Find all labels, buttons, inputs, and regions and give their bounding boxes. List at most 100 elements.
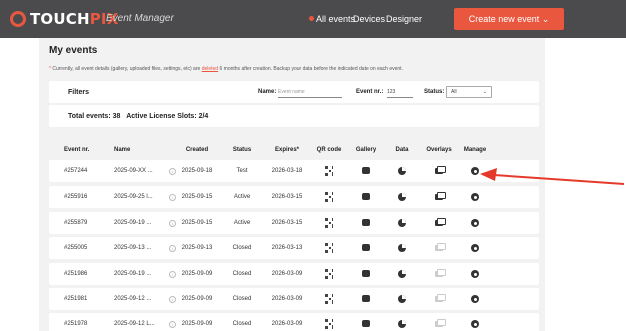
data-icon[interactable] bbox=[398, 167, 406, 175]
overlays-icon[interactable] bbox=[435, 218, 446, 226]
gear-icon[interactable] bbox=[471, 295, 479, 303]
event-nr-cell: #255879 bbox=[64, 220, 88, 226]
event-nr-cell: #255005 bbox=[64, 245, 88, 251]
event-nr-filter-input[interactable]: 123 bbox=[387, 87, 413, 98]
expires-cell: 2026-03-15 bbox=[271, 220, 303, 226]
qr-code-icon[interactable] bbox=[325, 269, 333, 279]
expires-cell: 2026-03-18 bbox=[271, 168, 303, 174]
data-icon[interactable] bbox=[398, 320, 406, 328]
expires-cell: 2026-03-09 bbox=[271, 271, 303, 277]
table-row[interactable]: #251986 2025-09-19 ... i 2025-09-09 Closed 20… bbox=[49, 263, 539, 285]
app-subtitle: Event Manager bbox=[106, 13, 174, 24]
gallery-icon[interactable] bbox=[362, 193, 370, 200]
qr-code-icon[interactable] bbox=[325, 192, 333, 202]
created-cell: 2025-09-15 bbox=[181, 220, 213, 226]
data-icon[interactable] bbox=[398, 270, 406, 278]
status-cell: Active bbox=[233, 194, 251, 200]
name-filter-input[interactable]: Event name bbox=[278, 87, 342, 98]
gear-icon[interactable] bbox=[471, 219, 479, 227]
event-name-cell: 2025-09-25 l... bbox=[114, 194, 153, 200]
col-gallery: Gallery bbox=[355, 147, 377, 153]
col-overlays: Overlays bbox=[426, 147, 452, 153]
status-filter-select[interactable]: All ⌄ bbox=[446, 86, 492, 98]
col-manage: Manage bbox=[463, 147, 487, 153]
status-cell: Active bbox=[233, 220, 251, 226]
created-cell: 2025-09-15 bbox=[181, 194, 213, 200]
gallery-icon[interactable] bbox=[362, 295, 370, 302]
event-name-cell: 2025-09-12 ... bbox=[114, 296, 152, 302]
overlays-icon bbox=[435, 294, 446, 302]
event-nr-cell: #255916 bbox=[64, 194, 88, 200]
gallery-icon[interactable] bbox=[362, 244, 370, 251]
expires-cell: 2026-03-09 bbox=[271, 321, 303, 327]
qr-code-icon[interactable] bbox=[325, 243, 333, 253]
annotation-arrow-icon bbox=[480, 168, 625, 185]
filters-label: Filters bbox=[68, 89, 90, 96]
created-cell: 2025-09-13 bbox=[181, 245, 213, 251]
qr-code-icon[interactable] bbox=[325, 218, 333, 228]
table-row[interactable]: #255916 2025-09-25 l... i 2025-09-15 Active 2… bbox=[49, 186, 539, 208]
overlays-icon[interactable] bbox=[435, 166, 446, 174]
totals-summary: Total events: 38 Active License Slots: 2… bbox=[68, 113, 208, 120]
table-row[interactable]: #255879 2025-09-19 ... i 2025-09-15 Active 20… bbox=[49, 212, 539, 234]
gallery-icon[interactable] bbox=[362, 219, 370, 226]
touchpix-logo[interactable]: TOUCHPIX bbox=[10, 10, 118, 28]
event-nr-cell: #251986 bbox=[64, 271, 88, 277]
event-nr-cell: #251978 bbox=[64, 321, 88, 327]
status-cell: Closed bbox=[232, 245, 252, 251]
info-icon[interactable]: i bbox=[166, 296, 176, 303]
gallery-icon[interactable] bbox=[362, 270, 370, 277]
gear-icon[interactable] bbox=[471, 244, 479, 252]
created-cell: 2025-09-09 bbox=[181, 271, 213, 277]
gear-icon[interactable] bbox=[471, 193, 479, 201]
gallery-icon[interactable] bbox=[362, 320, 370, 327]
create-new-event-button[interactable]: Create new event ⌄ bbox=[454, 8, 564, 30]
gear-icon[interactable] bbox=[471, 320, 479, 328]
event-nr-filter-label: Event nr.: bbox=[356, 89, 384, 95]
created-cell: 2025-09-18 bbox=[181, 168, 213, 174]
info-icon[interactable]: i bbox=[166, 245, 176, 252]
deletion-notice: * Currently, all event details (gallery,… bbox=[49, 66, 403, 72]
data-icon[interactable] bbox=[398, 193, 406, 201]
expires-cell: 2026-03-09 bbox=[271, 296, 303, 302]
active-license-slots: Active License Slots: 2/4 bbox=[126, 113, 209, 120]
table-row[interactable]: #255005 2025-09-13 ... i 2025-09-13 Closed 20… bbox=[49, 237, 539, 259]
top-bar: TOUCHPIX Event Manager All events Device… bbox=[0, 0, 626, 38]
created-cell: 2025-09-09 bbox=[181, 296, 213, 302]
col-name: Name bbox=[114, 147, 131, 153]
data-icon[interactable] bbox=[398, 244, 406, 252]
event-nr-cell: #251981 bbox=[64, 296, 88, 302]
info-icon[interactable]: i bbox=[166, 271, 176, 278]
nav-designer[interactable]: Designer bbox=[386, 14, 422, 24]
event-name-cell: 2025-09-19 ... bbox=[114, 271, 152, 277]
data-icon[interactable] bbox=[398, 219, 406, 227]
table-row[interactable]: #251978 2025-09-12 L... i 2025-09-09 Closed 2… bbox=[49, 313, 539, 331]
info-icon[interactable]: i bbox=[166, 220, 176, 227]
col-created: Created bbox=[185, 147, 209, 153]
deleted-link[interactable]: deleted bbox=[202, 66, 218, 72]
gallery-icon[interactable] bbox=[362, 167, 370, 174]
info-icon[interactable]: i bbox=[166, 194, 176, 201]
nav-devices[interactable]: Devices bbox=[353, 14, 385, 24]
table-row[interactable]: #251981 2025-09-12 ... i 2025-09-09 Closed 20… bbox=[49, 288, 539, 310]
col-status: Status bbox=[232, 147, 252, 153]
data-icon[interactable] bbox=[398, 295, 406, 303]
col-event-nr: Event nr. bbox=[64, 147, 90, 153]
nav-all-events[interactable]: All events bbox=[316, 14, 355, 24]
event-name-cell: 2025-09-XX ... bbox=[114, 168, 153, 174]
info-icon[interactable]: i bbox=[166, 321, 176, 328]
table-row[interactable]: #257244 2025-09-XX ... i 2025-09-18 Test 2026… bbox=[49, 160, 539, 182]
col-expires: Expires* bbox=[274, 147, 300, 153]
qr-code-icon[interactable] bbox=[325, 294, 333, 304]
gear-icon[interactable] bbox=[471, 270, 479, 278]
qr-code-icon[interactable] bbox=[325, 319, 333, 329]
status-filter-label: Status: bbox=[424, 89, 445, 95]
overlays-icon[interactable] bbox=[435, 192, 446, 200]
col-qr-code: QR code bbox=[316, 147, 342, 153]
name-filter-label: Name: bbox=[258, 89, 277, 95]
info-icon[interactable]: i bbox=[166, 168, 176, 175]
expires-cell: 2026-03-13 bbox=[271, 245, 303, 251]
overlays-icon bbox=[435, 243, 446, 251]
qr-code-icon[interactable] bbox=[325, 166, 333, 176]
chevron-down-icon: ⌄ bbox=[482, 89, 487, 95]
